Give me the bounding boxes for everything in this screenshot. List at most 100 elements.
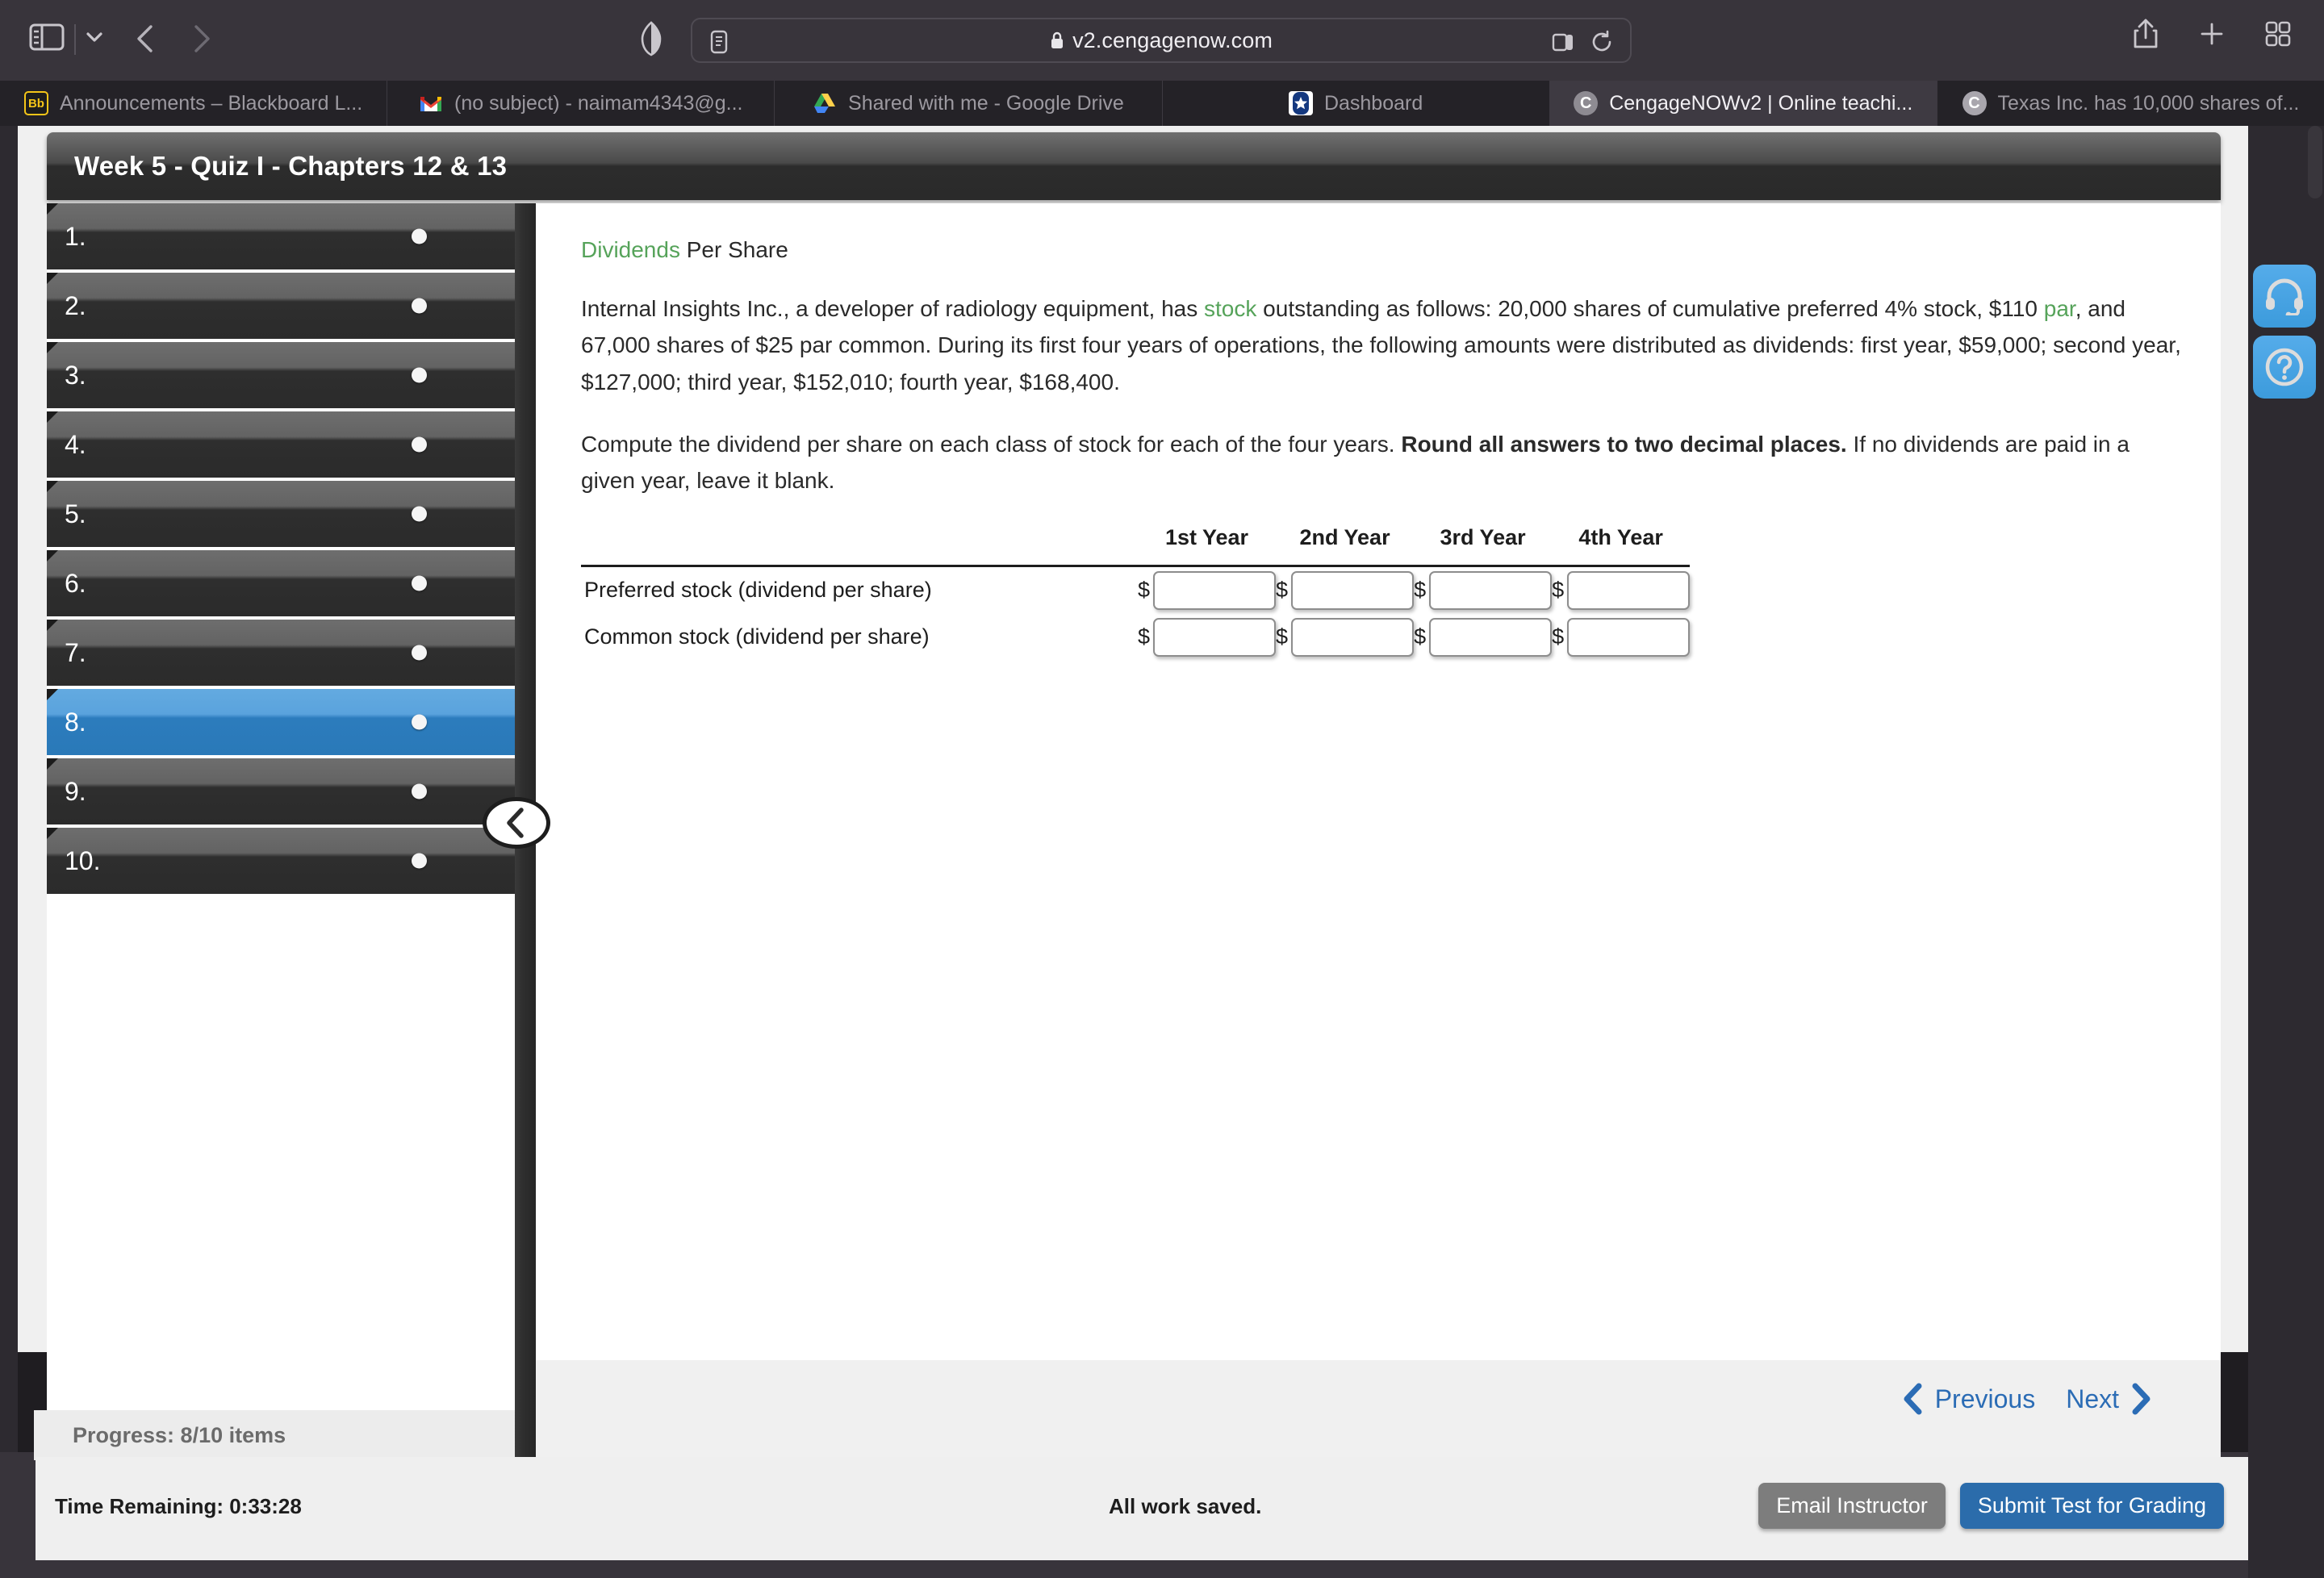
quiz-header-bar: Week 5 - Quiz I - Chapters 12 & 13 (47, 132, 2221, 200)
email-instructor-button[interactable]: Email Instructor (1758, 1483, 1946, 1529)
answer-table-col-header: 1st Year (1138, 524, 1277, 567)
question-nav-item-label: 8. (65, 707, 86, 737)
par-glossary-link[interactable]: par (2044, 296, 2075, 321)
question-nav-item-2[interactable]: 2. (47, 273, 515, 339)
question-nav-item-6[interactable]: 6. (47, 550, 515, 616)
answer-input-row1-col1[interactable] (1153, 570, 1277, 610)
browser-tab-title: Texas Inc. has 10,000 shares of... (1997, 91, 2300, 115)
question-nav-item-3[interactable]: 3. (47, 342, 515, 408)
question-nav-item-label: 9. (65, 776, 86, 806)
question-navigator: 1. 2. 3. 4. 5. 6. 7. 8. 9. 10. (47, 203, 515, 1426)
answer-table-col-header: 4th Year (1552, 524, 1691, 567)
tab-group-icon[interactable] (1551, 30, 1575, 54)
question-nav-item-9[interactable]: 9. (47, 758, 515, 824)
answer-cell: $ (1552, 566, 1691, 614)
sidebar-toggle-icon[interactable] (29, 23, 65, 52)
address-bar[interactable]: v2.cengagenow.com (691, 18, 1632, 63)
browser-tab-gmail[interactable]: (no subject) - naimam4343@g... (387, 81, 775, 126)
currency-symbol: $ (1276, 624, 1289, 649)
question-nav-item-label: 2. (65, 290, 86, 320)
question-nav-item-8[interactable]: 8. (47, 689, 515, 755)
page-content: Week 5 - Quiz I - Chapters 12 & 13 1. 2. 3… (18, 126, 2266, 1560)
progress-area: Progress: 8/10 items (34, 1410, 515, 1460)
assignment-shell: Week 5 - Quiz I - Chapters 12 & 13 1. 2. 3… (18, 126, 2248, 1460)
help-button[interactable] (2253, 336, 2316, 399)
para1-part-a: Internal Insights Inc., a developer of r… (581, 296, 1205, 321)
question-mark-help-icon (2265, 348, 2304, 386)
question-status-dot (412, 367, 427, 383)
content-scrollbar[interactable] (2209, 203, 2221, 1360)
answer-input-row1-col4[interactable] (1567, 570, 1691, 610)
question-status-dot (412, 645, 427, 661)
share-icon[interactable] (2132, 18, 2159, 50)
chevron-down-icon[interactable] (84, 27, 105, 48)
toolbar-divider (74, 24, 76, 55)
tab-overview-icon[interactable] (2264, 20, 2292, 48)
next-question-button[interactable]: Next (2066, 1383, 2151, 1415)
question-status-dot (412, 783, 427, 799)
question-status-dot (412, 506, 427, 522)
forward-chevron-icon[interactable] (190, 23, 214, 55)
answer-table-row: Preferred stock (dividend per share) $ $ $ $ (581, 566, 1691, 614)
answer-row-label: Preferred stock (dividend per share) (584, 578, 932, 603)
currency-symbol: $ (1552, 624, 1565, 649)
question-nav-item-label: 10. (65, 845, 101, 875)
back-chevron-icon[interactable] (133, 23, 157, 55)
question-list-empty-area (47, 1015, 515, 1426)
currency-symbol: $ (1138, 624, 1151, 649)
previous-label: Previous (1934, 1384, 2036, 1413)
question-nav-item-label: 3. (65, 360, 86, 390)
answer-cell: $ (1138, 614, 1277, 661)
browser-tab-dashboard[interactable]: Dashboard (1163, 81, 1550, 126)
gmail-icon (419, 91, 443, 115)
answer-input-row2-col3[interactable] (1429, 617, 1553, 657)
question-nav-item-4[interactable]: 4. (47, 411, 515, 478)
question-heading-rest: Per Share (679, 237, 788, 262)
tab-strip: Bb Announcements – Blackboard L... (no s… (0, 81, 2324, 126)
answer-input-row2-col4[interactable] (1567, 617, 1691, 657)
answer-table-body: Preferred stock (dividend per share) $ $ $ $… (581, 566, 1691, 661)
question-heading: Dividends Per Share (581, 237, 2187, 263)
page-scrollbar[interactable] (2308, 126, 2322, 198)
question-nav-item-7[interactable]: 7. (47, 620, 515, 686)
answer-input-row1-col2[interactable] (1291, 570, 1415, 610)
reader-view-icon[interactable] (710, 30, 728, 54)
headset-support-button[interactable] (2253, 265, 2316, 328)
assignment-footer: Time Remaining: 0:33:28 All work saved. … (36, 1457, 2266, 1560)
answer-table: 1st Year 2nd Year 3rd Year 4th Year Pref… (581, 524, 1691, 661)
question-nav-item-10[interactable]: 10. (47, 828, 515, 894)
submit-test-button[interactable]: Submit Test for Grading (1959, 1483, 2224, 1529)
browser-tab-announcements[interactable]: Bb Announcements – Blackboard L... (0, 81, 388, 126)
cengage-icon: C (1574, 91, 1599, 115)
question-status-dot (412, 436, 427, 453)
quiz-title: Week 5 - Quiz I - Chapters 12 & 13 (74, 151, 508, 181)
stock-glossary-link[interactable]: stock (1204, 296, 1256, 321)
browser-tab-cengagenowv2[interactable]: C CengageNOWv2 | Online teachi... (1549, 81, 1937, 126)
browser-toolbar: v2.cengagenow.com (0, 0, 2324, 81)
question-nav-item-label: 1. (65, 221, 86, 251)
question-nav-item-label: 5. (65, 499, 86, 528)
currency-symbol: $ (1276, 578, 1289, 603)
browser-tab-texas-inc[interactable]: C Texas Inc. has 10,000 shares of... (1937, 81, 2324, 126)
question-status-dot (412, 575, 427, 591)
answer-cell: $ (1414, 614, 1553, 661)
reload-icon[interactable] (1590, 30, 1614, 54)
collapse-navigator-button[interactable] (483, 797, 550, 849)
browser-tab-google-drive[interactable]: Shared with me - Google Drive (775, 81, 1163, 126)
blackboard-icon: Bb (23, 91, 48, 115)
question-nav-item-5[interactable]: 5. (47, 481, 515, 547)
answer-cell: $ (1552, 614, 1691, 661)
privacy-shield-icon[interactable] (637, 21, 665, 56)
question-nav-item-label: 6. (65, 568, 86, 598)
answer-input-row1-col3[interactable] (1429, 570, 1553, 610)
answer-input-row2-col2[interactable] (1291, 617, 1415, 657)
answer-table-corner-cell (581, 524, 1138, 567)
plus-icon[interactable] (2198, 20, 2226, 48)
page-viewport: Week 5 - Quiz I - Chapters 12 & 13 1. 2. 3… (0, 126, 2324, 1578)
answer-input-row2-col1[interactable] (1153, 617, 1277, 657)
para2-part-a: Compute the dividend per share on each c… (581, 432, 1402, 457)
question-nav-item-1[interactable]: 1. (47, 203, 515, 269)
dividends-glossary-link[interactable]: Dividends (581, 237, 680, 262)
previous-question-button[interactable]: Previous (1903, 1383, 2036, 1415)
question-content-panel: Dividends Per Share Internal Insights In… (536, 203, 2221, 1360)
